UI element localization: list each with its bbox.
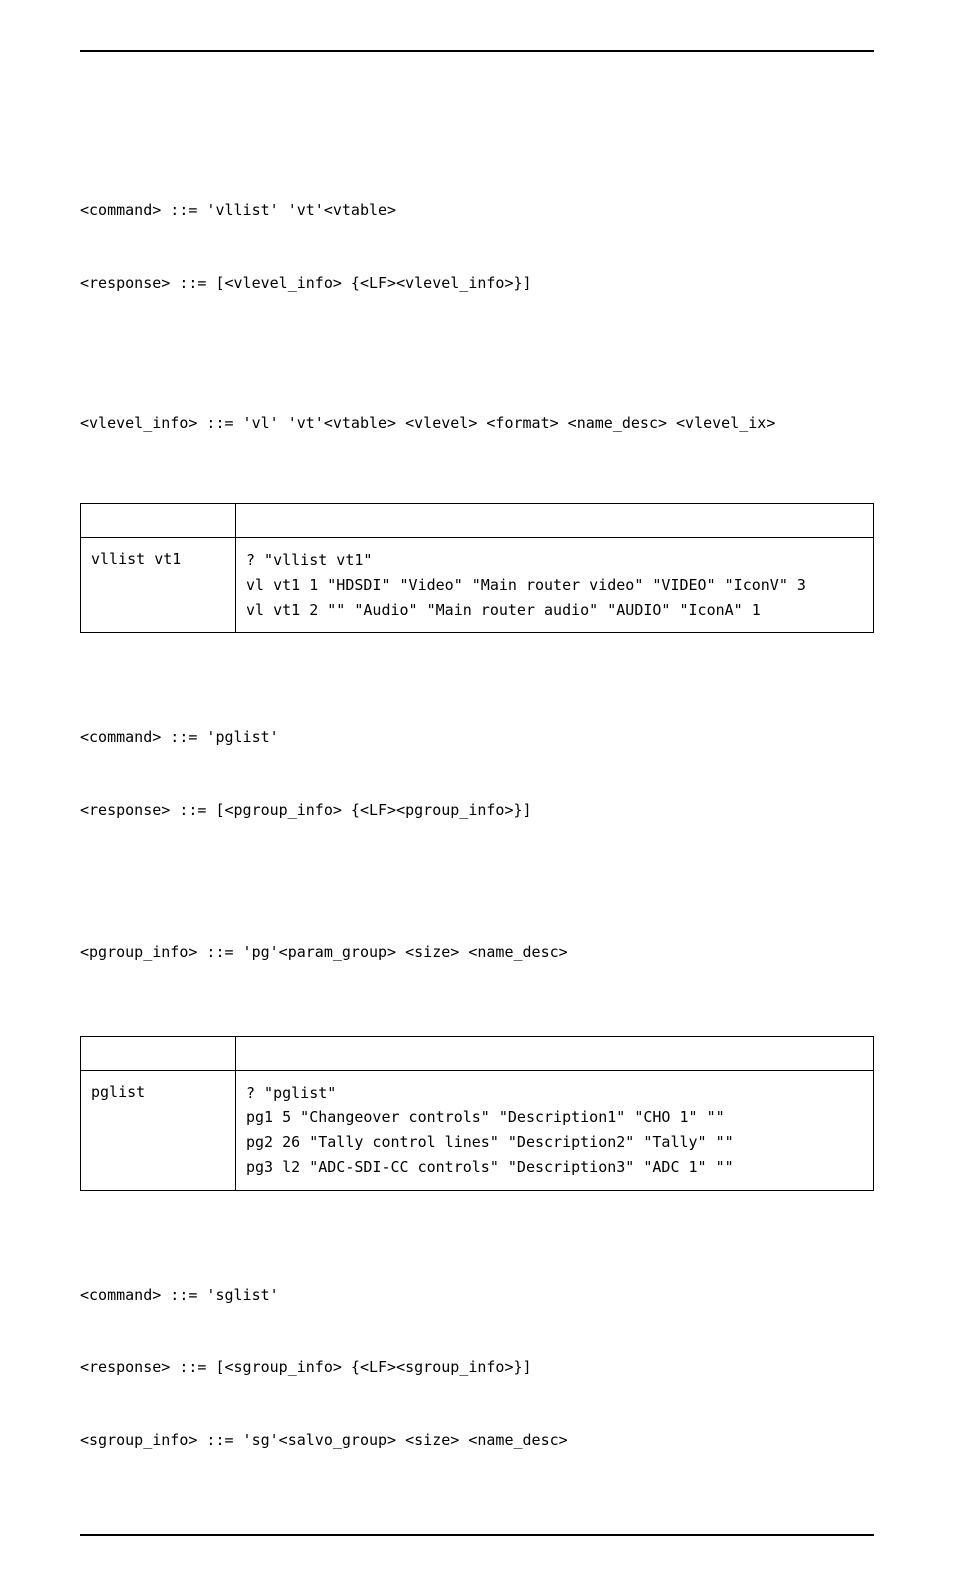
table-header-resp (236, 1036, 874, 1070)
top-rule (80, 50, 874, 52)
response-line: pg1 5 "Changeover controls" "Description… (246, 1105, 863, 1130)
example-command-cell: pglist (81, 1070, 236, 1190)
table-row: vllist vt1 ? "vllist vt1" vl vt1 1 "HDSD… (81, 538, 874, 633)
grammar-line: <response> ::= [<vlevel_info> {<LF><vlev… (80, 270, 874, 298)
grammar-line: <command> ::= 'pglist' (80, 724, 874, 752)
grammar-block: <vlevel_info> ::= 'vl' 'vt'<vtable> <vle… (80, 367, 874, 480)
grammar-block: <command> ::= 'sglist' <response> ::= [<… (80, 1237, 874, 1500)
response-line: pg3 l2 "ADC-SDI-CC controls" "Descriptio… (246, 1155, 863, 1180)
grammar-block: <command> ::= 'vllist' 'vt'<vtable> <res… (80, 152, 874, 343)
example-table-vllist: vllist vt1 ? "vllist vt1" vl vt1 1 "HDSD… (80, 503, 874, 633)
page: <command> ::= 'vllist' 'vt'<vtable> <res… (0, 0, 954, 1576)
table-header-row (81, 504, 874, 538)
section-sglist: <command> ::= 'sglist' <response> ::= [<… (80, 1237, 874, 1500)
grammar-line: <vlevel_info> ::= 'vl' 'vt'<vtable> <vle… (80, 412, 874, 435)
response-line: ? "vllist vt1" (246, 548, 863, 573)
example-command: pglist (91, 1083, 145, 1101)
grammar-line: <sgroup_info> ::= 'sg'<salvo_group> <siz… (80, 1427, 874, 1455)
example-table-pglist: pglist ? "pglist" pg1 5 "Changeover cont… (80, 1036, 874, 1191)
table-header-resp (236, 504, 874, 538)
table-header-cmd (81, 504, 236, 538)
grammar-block: <command> ::= 'pglist' <response> ::= [<… (80, 679, 874, 870)
response-line: vl vt1 2 "" "Audio" "Main router audio" … (246, 598, 863, 623)
response-line: ? "pglist" (246, 1081, 863, 1106)
section-vllist: <command> ::= 'vllist' 'vt'<vtable> <res… (80, 152, 874, 633)
table-header-row (81, 1036, 874, 1070)
response-line: pg2 26 "Tally control lines" "Descriptio… (246, 1130, 863, 1155)
table-row: pglist ? "pglist" pg1 5 "Changeover cont… (81, 1070, 874, 1190)
section-pglist: <command> ::= 'pglist' <response> ::= [<… (80, 679, 874, 1190)
grammar-line: <command> ::= 'sglist' (80, 1282, 874, 1310)
grammar-line: <command> ::= 'vllist' 'vt'<vtable> (80, 197, 874, 225)
example-command-cell: vllist vt1 (81, 538, 236, 633)
example-response-cell: ? "vllist vt1" vl vt1 1 "HDSDI" "Video" … (236, 538, 874, 633)
example-command: vllist vt1 (91, 550, 181, 568)
response-line: vl vt1 1 "HDSDI" "Video" "Main router vi… (246, 573, 863, 598)
example-response-cell: ? "pglist" pg1 5 "Changeover controls" "… (236, 1070, 874, 1190)
table-header-cmd (81, 1036, 236, 1070)
bottom-rule (80, 1534, 874, 1536)
grammar-line: <response> ::= [<sgroup_info> {<LF><sgro… (80, 1354, 874, 1382)
grammar-block: <pgroup_info> ::= 'pg'<param_group> <siz… (80, 894, 874, 1012)
grammar-line: <response> ::= [<pgroup_info> {<LF><pgro… (80, 797, 874, 825)
grammar-line: <pgroup_info> ::= 'pg'<param_group> <siz… (80, 939, 874, 967)
